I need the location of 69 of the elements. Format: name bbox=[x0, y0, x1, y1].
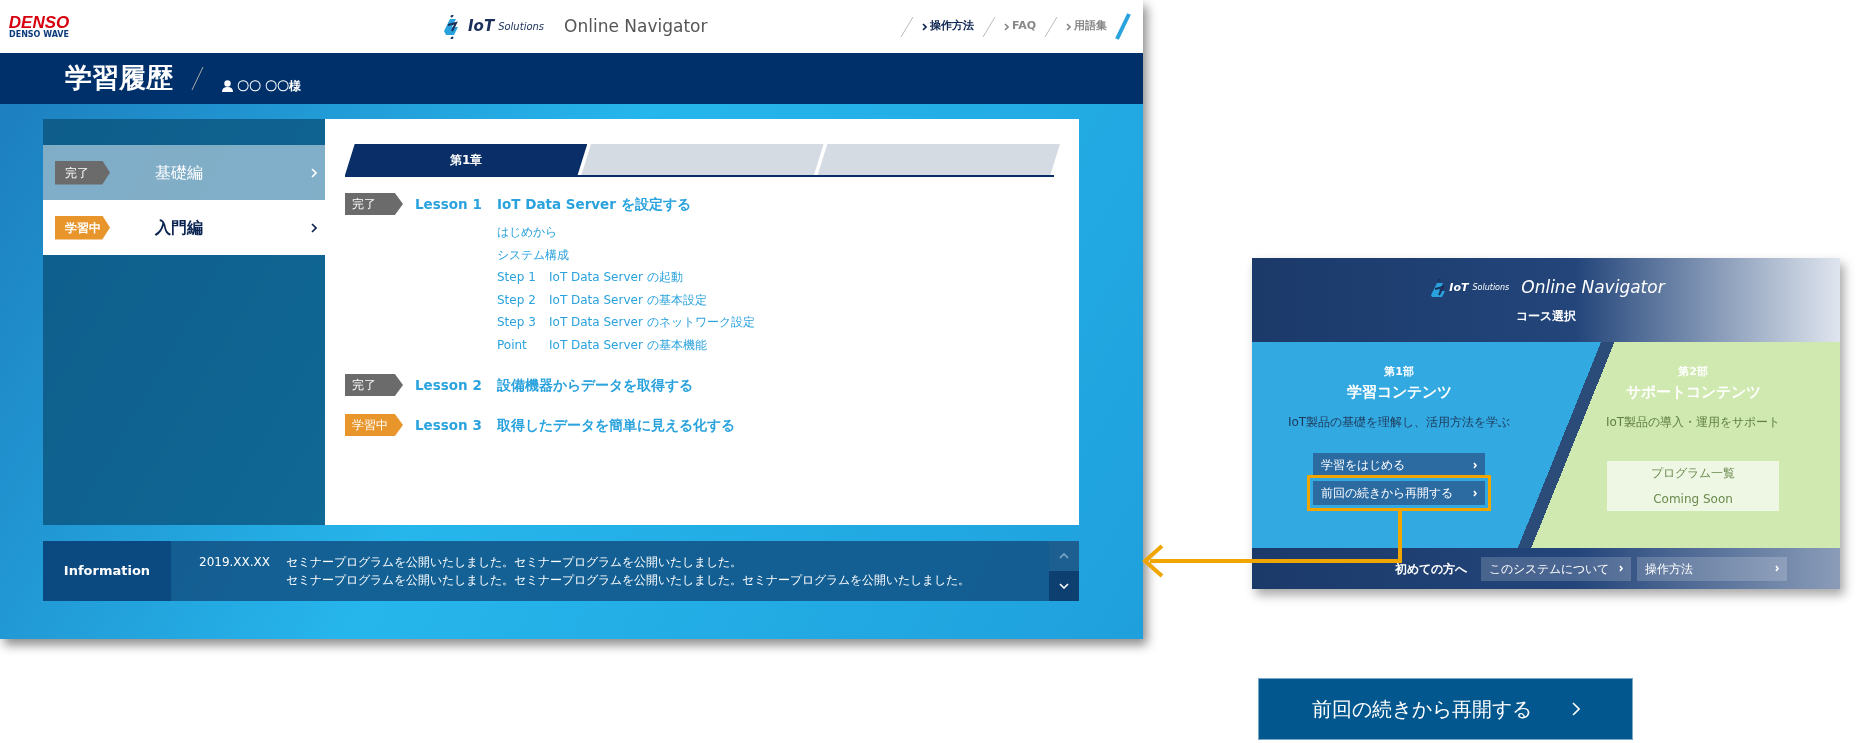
brand-text: IoT bbox=[468, 16, 495, 38]
step-link[interactable]: Step 3 IoT Data Server のネットワーク設定 bbox=[497, 311, 1054, 334]
step-link[interactable]: Step 2 IoT Data Server の基本設定 bbox=[497, 288, 1054, 311]
resume-button[interactable]: 前回の続きから再開する bbox=[1258, 678, 1633, 740]
screen-title: コース選択 bbox=[1516, 307, 1576, 325]
chevron-icon bbox=[1473, 461, 1477, 469]
news-text: セミナープログラムを公開いたしました。セミナープログラムを公開いたしました。 bbox=[286, 554, 744, 571]
step-link[interactable]: Point IoT Data Server の基本機能 bbox=[497, 333, 1054, 356]
step-link[interactable]: システム構成 bbox=[497, 243, 1054, 266]
status-tag: 完了 bbox=[345, 193, 403, 215]
status-tag: 学習中 bbox=[345, 414, 403, 436]
nav-link[interactable]: 用語集 bbox=[1066, 18, 1107, 35]
chevron-icon bbox=[1571, 702, 1580, 716]
step-link[interactable]: Step 1 IoT Data Server の起動 bbox=[497, 266, 1054, 289]
lesson-number[interactable]: Lesson 1 bbox=[415, 193, 497, 215]
menu-button[interactable]: 学習をはじめる bbox=[1313, 453, 1485, 477]
footer-button[interactable]: 操作方法 bbox=[1637, 556, 1787, 581]
chevron-icon bbox=[921, 22, 927, 31]
brand-text: Solutions bbox=[498, 20, 545, 34]
lesson-title[interactable]: IoT Data Server を設定する bbox=[497, 193, 691, 215]
chevron-icon bbox=[311, 222, 317, 233]
company-logo: DENSO DENSO WAVE bbox=[8, 14, 70, 39]
part-title: サポートコンテンツ bbox=[1625, 381, 1761, 403]
part-label: 第1部 bbox=[1384, 364, 1414, 380]
chevron-icon bbox=[311, 167, 317, 178]
part-label: 第2部 bbox=[1678, 364, 1708, 380]
lesson-number[interactable]: Lesson 3 bbox=[415, 414, 497, 436]
chapter-tab[interactable] bbox=[817, 144, 1060, 175]
info-heading: Information bbox=[43, 541, 171, 601]
part-description: IoT製品の導入・運用をサポート bbox=[1605, 414, 1781, 431]
brand-text: IoT bbox=[1449, 279, 1469, 296]
chevron-icon bbox=[1066, 22, 1071, 31]
chapter-tab[interactable] bbox=[581, 144, 824, 175]
scroll-down-button[interactable] bbox=[1049, 571, 1079, 601]
course-item[interactable]: 完了 基礎編 bbox=[43, 145, 325, 200]
nav-link[interactable]: FAQ bbox=[1003, 18, 1036, 35]
footer-button[interactable]: このシステムについて bbox=[1481, 556, 1631, 581]
nav-link[interactable]: 操作方法 bbox=[921, 18, 974, 35]
lesson-title[interactable]: 設備機器からデータを取得する bbox=[497, 374, 693, 396]
chevron-icon bbox=[1059, 583, 1069, 589]
news-text: セミナープログラムを公開いたしました。セミナープログラムを公開いたしました。セミナープログラムを公開いたしました。 bbox=[286, 572, 971, 589]
part-description: IoT製品の基礎を理解し、活用方法を学ぶ bbox=[1287, 414, 1511, 431]
slash-divider bbox=[1044, 15, 1058, 38]
user-icon bbox=[222, 79, 233, 92]
chevron-icon bbox=[1059, 553, 1069, 559]
chevron-icon bbox=[1619, 565, 1623, 572]
slash-divider bbox=[899, 15, 914, 38]
chevron-icon bbox=[1775, 565, 1779, 572]
app-title: Online Navigator bbox=[1521, 276, 1665, 300]
chapter-tab[interactable]: 第1章 bbox=[345, 144, 588, 175]
chevron-icon bbox=[1003, 22, 1009, 31]
user-name: 〇〇 〇〇様 bbox=[237, 77, 302, 95]
brand-text: Solutions bbox=[1472, 282, 1510, 294]
step-link[interactable]: はじめから bbox=[497, 221, 1054, 244]
course-item[interactable]: 学習中 入門編 bbox=[43, 200, 325, 255]
app-title: Online Navigator bbox=[564, 14, 708, 38]
chevron-icon bbox=[1473, 489, 1477, 497]
lesson-title[interactable]: 取得したデータを簡単に見える化する bbox=[497, 414, 735, 436]
slash-divider bbox=[191, 66, 204, 91]
accent-stripe bbox=[1115, 12, 1131, 41]
page-title: 学習履歴 bbox=[65, 61, 173, 96]
slash-divider bbox=[981, 15, 996, 38]
status-tag: 完了 bbox=[345, 374, 403, 396]
status-tag: 完了 bbox=[55, 160, 110, 185]
footer-label: 初めての方へ bbox=[1395, 560, 1467, 578]
news-date: 2019.XX.XX bbox=[199, 554, 271, 571]
status-tag: 学習中 bbox=[55, 215, 110, 240]
lesson-number[interactable]: Lesson 2 bbox=[415, 374, 497, 396]
part-title: 学習コンテンツ bbox=[1346, 381, 1452, 403]
